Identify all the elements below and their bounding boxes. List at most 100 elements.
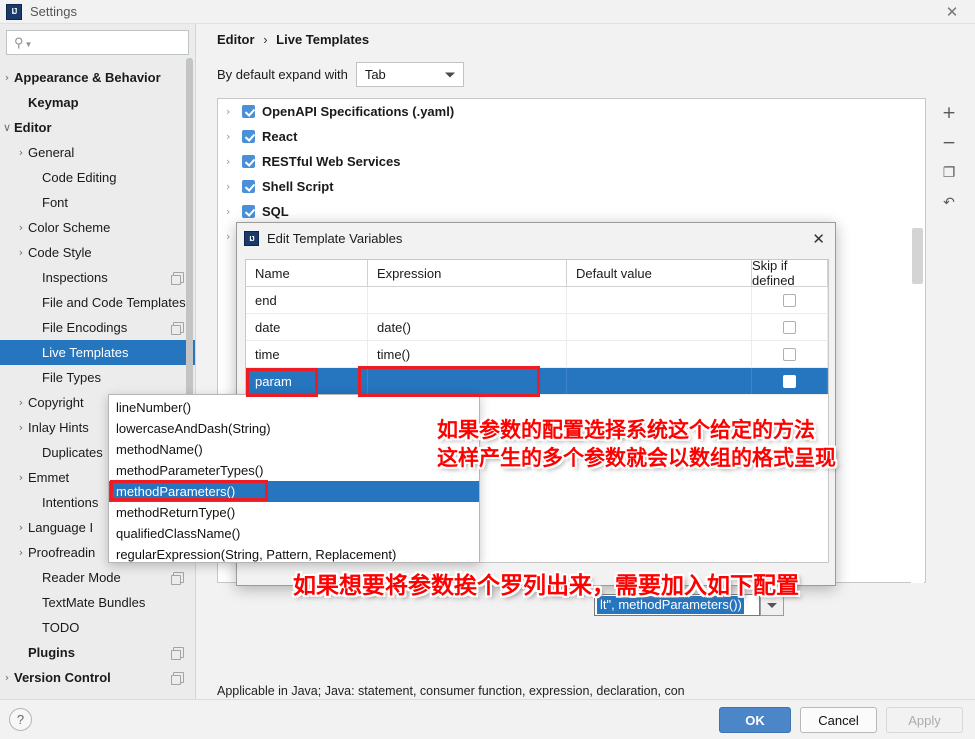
breadcrumb-root[interactable]: Editor	[217, 32, 255, 47]
ok-button[interactable]: OK	[719, 707, 791, 733]
sidebar-item-general[interactable]: › General	[0, 140, 195, 165]
chevron-right-icon[interactable]: ›	[14, 396, 28, 409]
search-box[interactable]: ⚲ ▼	[6, 30, 193, 55]
variable-skip-cell[interactable]	[752, 314, 828, 340]
add-icon[interactable]: +	[934, 98, 964, 128]
chevron-right-icon[interactable]: ›	[14, 546, 28, 559]
variable-default-cell[interactable]	[567, 341, 752, 367]
skip-if-defined-checkbox[interactable]	[783, 293, 796, 307]
close-icon[interactable]: ✕	[812, 230, 825, 248]
skip-if-defined-checkbox[interactable]	[783, 347, 796, 361]
chevron-right-icon[interactable]: ›	[14, 146, 28, 159]
sidebar-item-editor[interactable]: ∨ Editor	[0, 115, 195, 140]
templates-scrollbar[interactable]	[911, 100, 924, 583]
table-column-header[interactable]: Skip if defined	[752, 258, 828, 288]
copy-settings-icon[interactable]	[171, 647, 184, 660]
copy-settings-icon[interactable]	[171, 272, 184, 285]
table-row[interactable]: time time()	[246, 341, 828, 368]
template-group-row[interactable]: › React	[218, 124, 925, 149]
skip-if-defined-checkbox[interactable]	[783, 374, 796, 388]
chevron-right-icon[interactable]: ›	[14, 221, 28, 234]
chevron-right-icon[interactable]: ›	[226, 105, 242, 118]
duplicate-icon[interactable]: ❐	[934, 158, 964, 188]
sidebar-item-file-encodings[interactable]: ›File Encodings	[0, 315, 195, 340]
autocomplete-item[interactable]: lineNumber()	[109, 397, 479, 418]
sidebar-item-file-types[interactable]: ›File Types	[0, 365, 195, 390]
table-row[interactable]: date date()	[246, 314, 828, 341]
template-group-row[interactable]: › OpenAPI Specifications (.yaml)	[218, 99, 925, 124]
sidebar-item-color-scheme[interactable]: › Color Scheme	[0, 215, 195, 240]
chevron-right-icon[interactable]: ›	[226, 130, 242, 143]
cancel-button[interactable]: Cancel	[800, 707, 877, 733]
table-column-header[interactable]: Default value	[567, 260, 752, 286]
template-group-row[interactable]: › RESTful Web Services	[218, 149, 925, 174]
chevron-right-icon[interactable]: ›	[226, 180, 242, 193]
close-icon[interactable]: ✕	[929, 0, 975, 24]
variable-name-cell[interactable]: end	[246, 287, 368, 313]
revert-icon[interactable]: ↶	[934, 188, 964, 218]
sidebar-item-appearance-behavior[interactable]: › Appearance & Behavior	[0, 65, 195, 90]
sidebar-item-todo[interactable]: ›TODO	[0, 615, 195, 640]
expand-with-select[interactable]: Tab	[355, 62, 464, 87]
sidebar-item-inspections[interactable]: ›Inspections	[0, 265, 195, 290]
chevron-right-icon[interactable]: ›	[226, 205, 242, 218]
chevron-down-icon[interactable]: ∨	[0, 121, 14, 134]
template-group-checkbox[interactable]	[242, 205, 255, 218]
autocomplete-item[interactable]: methodName()	[109, 439, 479, 460]
search-input[interactable]	[32, 34, 193, 51]
variable-default-cell[interactable]	[567, 287, 752, 313]
variable-skip-cell[interactable]	[752, 287, 828, 313]
template-group-checkbox[interactable]	[242, 105, 255, 118]
chevron-right-icon[interactable]: ›	[14, 471, 28, 484]
variable-expression-cell[interactable]: date()	[368, 314, 567, 340]
autocomplete-item[interactable]: lowercaseAndDash(String)	[109, 418, 479, 439]
sidebar-item-textmate-bundles[interactable]: ›TextMate Bundles	[0, 590, 195, 615]
template-group-checkbox[interactable]	[242, 155, 255, 168]
variable-skip-cell[interactable]	[752, 341, 828, 367]
chevron-right-icon[interactable]: ›	[14, 521, 28, 534]
template-group-row[interactable]: › Shell Script	[218, 174, 925, 199]
sidebar-item-reader-mode[interactable]: ›Reader Mode	[0, 565, 195, 590]
chevron-right-icon[interactable]: ›	[0, 71, 14, 84]
template-group-row[interactable]: › SQL	[218, 199, 925, 224]
help-button[interactable]: ?	[9, 708, 32, 731]
sidebar-item-keymap[interactable]: ›Keymap	[0, 90, 195, 115]
templates-scrollbar-thumb[interactable]	[912, 228, 923, 284]
sidebar-item-code-editing[interactable]: ›Code Editing	[0, 165, 195, 190]
sidebar-item-file-and-code-templates[interactable]: ›File and Code Templates	[0, 290, 195, 315]
table-column-header[interactable]: Expression	[368, 260, 567, 286]
copy-settings-icon[interactable]	[171, 572, 184, 585]
chevron-right-icon[interactable]: ›	[14, 246, 28, 259]
variable-name-cell[interactable]: time	[246, 341, 368, 367]
sidebar-item-live-templates[interactable]: ›Live Templates	[0, 340, 195, 365]
sidebar-item-label: Version Control	[14, 670, 111, 685]
variable-expression-cell[interactable]	[368, 287, 567, 313]
autocomplete-item[interactable]: methodParameterTypes()	[109, 460, 479, 481]
autocomplete-item[interactable]: methodReturnType()	[109, 502, 479, 523]
sidebar-item-label: Emmet	[28, 470, 70, 485]
variable-expression-cell[interactable]: time()	[368, 341, 567, 367]
autocomplete-item[interactable]: regularExpression(String, Pattern, Repla…	[109, 544, 479, 565]
remove-icon[interactable]: −	[934, 128, 964, 158]
sidebar-item-version-control[interactable]: › Version Control	[0, 665, 195, 690]
variable-default-cell[interactable]	[567, 368, 752, 394]
template-group-label: Shell Script	[262, 179, 334, 194]
apply-button[interactable]: Apply	[886, 707, 963, 733]
table-row[interactable]: end	[246, 287, 828, 314]
sidebar-item-plugins[interactable]: ›Plugins	[0, 640, 195, 665]
variable-default-cell[interactable]	[567, 314, 752, 340]
autocomplete-item[interactable]: qualifiedClassName()	[109, 523, 479, 544]
chevron-right-icon[interactable]: ›	[226, 155, 242, 168]
copy-settings-icon[interactable]	[171, 322, 184, 335]
template-group-checkbox[interactable]	[242, 130, 255, 143]
copy-settings-icon[interactable]	[171, 672, 184, 685]
table-column-header[interactable]: Name	[246, 260, 368, 286]
variable-skip-cell[interactable]	[752, 368, 828, 394]
chevron-right-icon[interactable]: ›	[14, 421, 28, 434]
sidebar-item-font[interactable]: ›Font	[0, 190, 195, 215]
variable-name-cell[interactable]: date	[246, 314, 368, 340]
template-group-checkbox[interactable]	[242, 180, 255, 193]
sidebar-item-code-style[interactable]: › Code Style	[0, 240, 195, 265]
chevron-right-icon[interactable]: ›	[0, 671, 14, 684]
skip-if-defined-checkbox[interactable]	[783, 320, 796, 334]
